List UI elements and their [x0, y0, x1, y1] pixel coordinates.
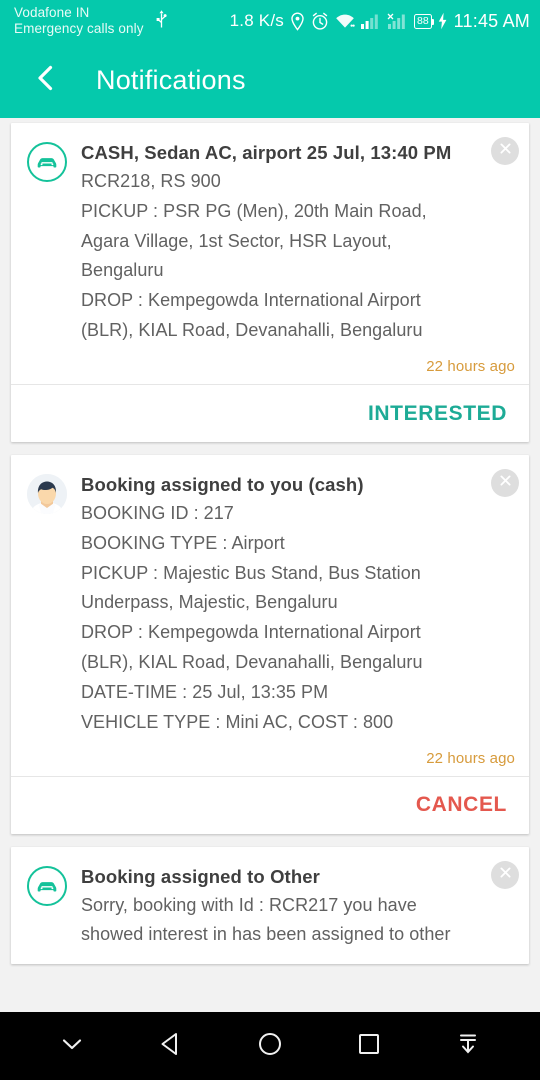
detail-line: BOOKING ID : 217: [81, 502, 234, 523]
recents-square-icon: [356, 1031, 382, 1062]
back-triangle-icon: [157, 1030, 185, 1063]
notification-text: Booking assigned to Other Sorry, booking…: [81, 863, 517, 951]
car-circle-icon: [27, 865, 67, 906]
close-circle-icon: [498, 141, 513, 161]
detail-line: PICKUP : PSR PG (Men), 20th Main Road, A…: [81, 200, 431, 281]
detail-line: DROP : Kempegowda International Airport …: [81, 290, 426, 341]
wifi-icon: [335, 13, 355, 30]
notification-action-row: INTERESTED: [11, 384, 529, 442]
usb-icon: [154, 9, 169, 34]
notification-body: Booking assigned to Other Sorry, booking…: [11, 847, 529, 965]
notification-card[interactable]: Booking assigned to Other Sorry, booking…: [11, 846, 529, 965]
notification-title: Booking assigned to you (cash): [81, 474, 364, 495]
home-circle-icon: [256, 1030, 284, 1063]
notification-body: Booking assigned to you (cash) BOOKING I…: [11, 455, 529, 752]
notification-details: Sorry, booking with Id : RCR217 you have…: [81, 891, 475, 951]
notification-title: Booking assigned to Other: [81, 865, 320, 887]
nav-recents-button[interactable]: [342, 1019, 396, 1073]
nav-home-button[interactable]: [243, 1019, 297, 1073]
close-circle-icon: [498, 865, 513, 885]
battery-indicator: 88: [413, 13, 434, 29]
signal-bars-icon: [360, 13, 380, 30]
detail-line: RCR218, RS 900: [81, 170, 221, 191]
carrier-name: Vodafone IN: [14, 5, 90, 21]
app-bar: Notifications: [0, 42, 540, 118]
notification-text: Booking assigned to you (cash) BOOKING I…: [81, 471, 517, 738]
close-notification-button[interactable]: [491, 137, 519, 165]
notification-text: CASH, Sedan AC, airport 25 Jul, 13:40 PM…: [81, 139, 517, 346]
hide-navbar-button[interactable]: [45, 1019, 99, 1073]
notification-card[interactable]: Booking assigned to you (cash) BOOKING I…: [11, 455, 529, 834]
back-button[interactable]: [26, 60, 66, 100]
nav-back-button[interactable]: [144, 1019, 198, 1073]
notification-details: RCR218, RS 900 PICKUP : PSR PG (Men), 20…: [81, 167, 475, 346]
detail-line: PICKUP : Majestic Bus Stand, Bus Station…: [81, 562, 426, 613]
notification-avatar: [27, 142, 67, 346]
collapse-down-arrow-icon: [455, 1031, 481, 1062]
notification-action-row: CANCEL: [11, 775, 529, 834]
chevron-down-icon: [59, 1031, 85, 1062]
status-bar: Vodafone IN Emergency calls only 1.8 K/s: [0, 0, 540, 42]
interested-button[interactable]: INTERESTED: [368, 402, 507, 426]
carrier-info: Vodafone IN Emergency calls only: [14, 5, 144, 37]
location-pin-icon: [290, 11, 305, 31]
back-chevron-icon: [33, 64, 59, 97]
alarm-clock-icon: [311, 12, 329, 31]
detail-line: VEHICLE TYPE : Mini AC, COST : 800: [81, 711, 394, 732]
notification-title: CASH, Sedan AC, airport 25 Jul, 13:40 PM: [81, 142, 452, 163]
battery-level: 88: [416, 14, 429, 27]
notification-body: CASH, Sedan AC, airport 25 Jul, 13:40 PM…: [11, 123, 529, 360]
phone-screen: Vodafone IN Emergency calls only 1.8 K/s: [0, 0, 540, 1080]
system-navigation-bar: [0, 1012, 540, 1080]
status-icons: 1.8 K/s 88 11:45 AM: [230, 11, 530, 32]
notification-card[interactable]: CASH, Sedan AC, airport 25 Jul, 13:40 PM…: [11, 123, 529, 442]
status-clock: 11:45 AM: [453, 10, 530, 31]
charging-bolt-icon: [438, 12, 447, 30]
close-circle-icon: [498, 473, 513, 493]
close-notification-button[interactable]: [491, 469, 519, 497]
network-speed-label: 1.8 K/s: [229, 11, 284, 30]
signal-bars-no-service-icon: [386, 13, 408, 30]
close-notification-button[interactable]: [491, 860, 519, 889]
notification-avatar: [27, 865, 67, 951]
page-title: Notifications: [96, 64, 246, 95]
notification-timestamp: 22 hours ago: [426, 749, 515, 767]
detail-line: DATE-TIME : 25 Jul, 13:35 PM: [81, 682, 329, 702]
collapse-panel-button[interactable]: [441, 1019, 495, 1073]
person-avatar-icon: [27, 474, 67, 514]
carrier-state: Emergency calls only: [14, 21, 144, 36]
detail-line: Sorry, booking with Id : RCR217 you have…: [81, 894, 451, 945]
detail-line: DROP : Kempegowda International Airport …: [81, 622, 426, 673]
notification-details: BOOKING ID : 217 BOOKING TYPE : Airport …: [81, 499, 475, 738]
notification-timestamp: 22 hours ago: [426, 358, 515, 375]
cancel-button[interactable]: CANCEL: [416, 793, 507, 817]
notifications-list[interactable]: CASH, Sedan AC, airport 25 Jul, 13:40 PM…: [0, 118, 540, 1080]
detail-line: BOOKING TYPE : Airport: [81, 532, 285, 553]
notification-avatar: [27, 474, 67, 738]
car-circle-icon: [27, 142, 67, 182]
